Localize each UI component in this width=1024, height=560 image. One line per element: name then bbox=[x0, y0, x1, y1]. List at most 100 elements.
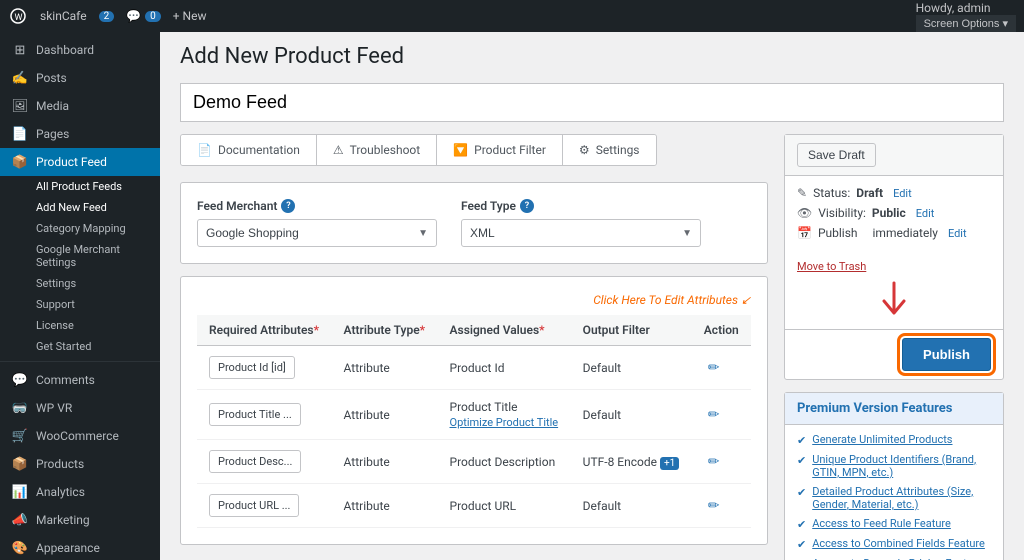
feed-title-input[interactable] bbox=[180, 83, 1004, 122]
site-name[interactable]: skinCafe bbox=[40, 9, 87, 23]
edit-attr-button[interactable]: ✏ bbox=[704, 495, 724, 516]
tab-documentation[interactable]: 📄 Documentation bbox=[181, 135, 317, 165]
premium-link[interactable]: Unique Product Identifiers (Brand, GTIN,… bbox=[812, 453, 991, 479]
sidebar-item-label: Appearance bbox=[36, 541, 100, 555]
woocommerce-icon: 🛒 bbox=[12, 428, 28, 444]
edit-icon: ✎ bbox=[797, 186, 807, 200]
table-row: Product URL ... Attribute Product URL De… bbox=[197, 484, 751, 528]
sidebar-item-comments[interactable]: 💬 Comments bbox=[0, 366, 160, 394]
attributes-table: Required Attributes* Attribute Type* Ass… bbox=[197, 315, 751, 528]
attr-action-cell: ✏ bbox=[692, 390, 751, 440]
comments-count[interactable]: 💬 0 bbox=[126, 9, 161, 23]
attr-type-cell: Attribute bbox=[332, 390, 438, 440]
feed-type-group: Feed Type ? XML CSV TSV TXT bbox=[461, 199, 701, 247]
appearance-icon: 🎨 bbox=[12, 540, 28, 556]
sidebar-item-label: Media bbox=[36, 99, 69, 113]
sidebar-item-products[interactable]: 📦 Products bbox=[0, 450, 160, 478]
attributes-panel: Click Here To Edit Attributes ↙ Required… bbox=[180, 276, 768, 545]
publish-edit-link[interactable]: Edit bbox=[948, 227, 967, 240]
check-icon: ✔ bbox=[797, 518, 806, 531]
table-row: Product Id [id] Attribute Product Id Def… bbox=[197, 346, 751, 390]
premium-link[interactable]: Access to Combined Fields Feature bbox=[812, 537, 985, 550]
attr-type-cell: Attribute bbox=[332, 440, 438, 484]
sidebar-item-label: WooCommerce bbox=[36, 429, 119, 443]
sidebar-item-media[interactable]: 🖼 Media bbox=[0, 92, 160, 120]
documentation-icon: 📄 bbox=[197, 143, 212, 157]
screen-options-button[interactable]: Screen Options ▾ bbox=[916, 15, 1016, 32]
merchant-select-wrapper: Google Shopping Facebook Pinterest Bing … bbox=[197, 219, 437, 247]
type-select[interactable]: XML CSV TSV TXT bbox=[462, 220, 700, 246]
type-label: Feed Type bbox=[461, 199, 516, 213]
type-select-wrapper: XML CSV TSV TXT ▼ bbox=[461, 219, 701, 247]
check-icon: ✔ bbox=[797, 454, 806, 467]
submenu-get-started[interactable]: Get Started bbox=[0, 336, 160, 357]
sidebar-item-pages[interactable]: 📄 Pages bbox=[0, 120, 160, 148]
calendar-icon: 📅 bbox=[797, 226, 812, 240]
sidebar-item-wp-vr[interactable]: 🥽 WP VR bbox=[0, 394, 160, 422]
marketing-icon: 📣 bbox=[12, 512, 28, 528]
comments-icon: 💬 bbox=[12, 372, 28, 388]
main-content: Add New Product Feed 📄 Documentation ⚠ T… bbox=[160, 32, 1024, 560]
attr-action-cell: ✏ bbox=[692, 346, 751, 390]
filter-icon: 🔽 bbox=[453, 143, 468, 157]
settings-tab-icon: ⚙ bbox=[579, 143, 590, 157]
sidebar-item-analytics[interactable]: 📊 Analytics bbox=[0, 478, 160, 506]
click-edit-banner[interactable]: Click Here To Edit Attributes ↙ bbox=[197, 293, 751, 307]
check-icon: ✔ bbox=[797, 538, 806, 551]
plus-badge: +1 bbox=[660, 457, 679, 470]
merchant-help-icon[interactable]: ? bbox=[281, 199, 295, 213]
premium-box-header: Premium Version Features bbox=[785, 393, 1003, 425]
status-label: Status: bbox=[813, 186, 850, 200]
premium-link[interactable]: Detailed Product Attributes (Size, Gende… bbox=[812, 485, 991, 511]
submenu-settings[interactable]: Settings bbox=[0, 273, 160, 294]
premium-list: ✔ Generate Unlimited Products ✔ Unique P… bbox=[785, 425, 1003, 560]
sidebar-item-product-feed[interactable]: 📦 Product Feed bbox=[0, 148, 160, 176]
save-draft-button[interactable]: Save Draft bbox=[797, 143, 876, 167]
type-help-icon[interactable]: ? bbox=[520, 199, 534, 213]
check-icon: ✔ bbox=[797, 486, 806, 499]
status-edit-link[interactable]: Edit bbox=[893, 187, 912, 200]
sidebar-item-label: Marketing bbox=[36, 513, 90, 527]
visibility-edit-link[interactable]: Edit bbox=[916, 207, 935, 220]
edit-attr-button[interactable]: ✏ bbox=[704, 357, 724, 378]
publish-button[interactable]: Publish bbox=[902, 338, 991, 371]
edit-attr-button[interactable]: ✏ bbox=[704, 404, 724, 425]
table-row: Product Title ... Attribute Product Titl… bbox=[197, 390, 751, 440]
new-item[interactable]: + New bbox=[173, 9, 207, 23]
submenu-all-product-feeds[interactable]: All Product Feeds bbox=[0, 176, 160, 197]
sidebar-item-woocommerce[interactable]: 🛒 WooCommerce bbox=[0, 422, 160, 450]
submenu-add-new-feed[interactable]: Add New Feed bbox=[0, 197, 160, 218]
sidebar-item-marketing[interactable]: 📣 Marketing bbox=[0, 506, 160, 534]
publish-button-row: Publish bbox=[785, 329, 1003, 379]
publish-box: Save Draft ✎ Status: Draft Edit 👁 bbox=[784, 134, 1004, 380]
submenu-category-mapping[interactable]: Category Mapping bbox=[0, 218, 160, 239]
sidebar-item-appearance[interactable]: 🎨 Appearance bbox=[0, 534, 160, 560]
submenu-support[interactable]: Support bbox=[0, 294, 160, 315]
feed-merchant-group: Feed Merchant ? Google Shopping Facebook… bbox=[197, 199, 437, 247]
publish-label: Publish bbox=[818, 226, 858, 240]
tab-product-filter[interactable]: 🔽 Product Filter bbox=[437, 135, 563, 165]
sidebar-item-posts[interactable]: ✍ Posts bbox=[0, 64, 160, 92]
premium-link[interactable]: Generate Unlimited Products bbox=[812, 433, 952, 446]
col-attribute-type: Attribute Type* bbox=[332, 315, 438, 346]
media-icon: 🖼 bbox=[12, 98, 28, 114]
tab-settings[interactable]: ⚙ Settings bbox=[563, 135, 656, 165]
attr-action-cell: ✏ bbox=[692, 440, 751, 484]
tab-troubleshoot[interactable]: ⚠ Troubleshoot bbox=[317, 135, 437, 165]
premium-link[interactable]: Access to Feed Rule Feature bbox=[812, 517, 951, 530]
page-title: Add New Product Feed bbox=[180, 44, 1004, 69]
submenu-license[interactable]: License bbox=[0, 315, 160, 336]
submenu-google-merchant[interactable]: Google Merchant Settings bbox=[0, 239, 160, 273]
attr-badge: Product Title ... bbox=[209, 403, 301, 426]
pages-icon: 📄 bbox=[12, 126, 28, 142]
merchant-select[interactable]: Google Shopping Facebook Pinterest Bing bbox=[198, 220, 436, 246]
updates-count[interactable]: 2 bbox=[99, 11, 115, 22]
attr-name-cell: Product Id [id] bbox=[197, 346, 332, 390]
attr-badge: Product Id [id] bbox=[209, 356, 295, 379]
sidebar-item-dashboard[interactable]: ⊞ Dashboard bbox=[0, 36, 160, 64]
optimize-title-link[interactable]: Optimize Product Title bbox=[450, 416, 559, 429]
move-to-trash-link[interactable]: Move to Trash bbox=[785, 256, 1003, 277]
attr-badge: Product URL ... bbox=[209, 494, 299, 517]
wp-logo[interactable]: W bbox=[8, 6, 28, 26]
edit-attr-button[interactable]: ✏ bbox=[704, 451, 724, 472]
